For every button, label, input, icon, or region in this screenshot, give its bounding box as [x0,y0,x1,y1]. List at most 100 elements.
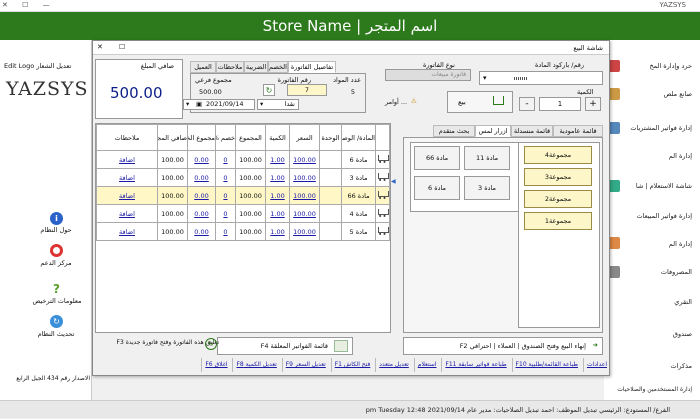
row-discount[interactable]: 0 [215,204,236,223]
row-discount[interactable]: 0 [215,150,236,169]
row-qty[interactable]: 1.00 [265,150,290,169]
table-row[interactable]: مادة 3 100.00 1.00 100.00 0 0.00 100.00 … [96,168,390,187]
row-note[interactable]: اضافة [96,204,158,223]
settings-button[interactable]: اعدادات [582,358,610,372]
pending-invoices-button[interactable]: قائمة الفواتير المعلقة F4 [217,337,353,355]
quantity-field[interactable]: 1 [539,97,581,111]
row-qty[interactable]: 1.00 [265,186,290,205]
update-label[interactable]: تحديث النظام [26,330,86,338]
print-previous-button[interactable]: طباعة فواتير سابقة F11 [441,358,509,372]
dialog-maximize-button[interactable]: ☐ [119,43,125,51]
tab-advanced-search[interactable]: بحث متقدم [433,125,475,137]
quantity-plus-button[interactable]: + [585,97,601,111]
query-button[interactable]: استعلام [413,358,440,372]
col-header-qty[interactable]: الكمية [265,124,290,151]
row-discount-total[interactable]: 0.00 [187,150,216,169]
group-button[interactable]: مجموعة2 [524,190,592,208]
date-field[interactable]: ▾ ▣ 2021/09/14 [183,99,255,110]
refresh-icon[interactable]: ↻ [205,338,217,350]
right-item-11[interactable]: مذكرات [604,362,700,370]
col-header-unit[interactable]: الوحدة [319,124,342,151]
payment-select[interactable]: ▾ نقدا [257,99,299,110]
row-price[interactable]: 100.00 [289,204,320,223]
row-qty[interactable]: 1.00 [265,204,290,223]
tab-discount[interactable]: الخصم [268,61,288,73]
row-discount-total[interactable]: 0.00 [187,186,216,205]
tab-notes[interactable]: ملاحظات [216,61,244,73]
edit-price-button[interactable]: تعديل السعر F9 [281,358,329,372]
item-button[interactable]: مادة 6 [414,176,460,200]
table-row[interactable]: مادة 5 100.00 1.00 100.00 0 0.00 100.00 … [96,222,390,241]
dialog-close-button[interactable]: ✕ [97,43,103,51]
col-header-total[interactable]: المجموع [235,124,266,151]
tab-vertical-list[interactable]: قائمة عامودية [553,125,603,137]
item-button[interactable]: مادة 3 [464,176,510,200]
lifebuoy-icon[interactable] [50,244,63,257]
col-header-notes[interactable]: ملاحظات [96,124,158,151]
item-button[interactable]: مادة 66 [414,146,460,170]
tab-touch-buttons[interactable]: ازرار لمس [475,125,511,137]
hold-invoice-label[interactable]: تعليق هذه الفاتورة وفتح فاتورة جديدة F3 [95,339,220,346]
row-discount-total[interactable]: 0.00 [187,222,216,241]
row-price[interactable]: 100.00 [289,186,320,205]
table-row[interactable]: مادة 6 100.00 1.00 100.00 0 0.00 100.00 … [96,150,390,169]
row-discount[interactable]: 0 [215,186,236,205]
col-header-price[interactable]: السعر [289,124,320,151]
license-icon[interactable]: ? [50,282,63,296]
group-button[interactable]: مجموعة1 [524,212,592,230]
col-header-discount-total[interactable]: مجموع الخصم [187,124,216,151]
group-button[interactable]: مجموعة4 [524,146,592,164]
col-header-discount[interactable]: خصم % [215,124,236,151]
table-row[interactable]: مادة 4 100.00 1.00 100.00 0 0.00 100.00 … [96,204,390,223]
row-discount[interactable]: 0 [215,222,236,241]
update-icon[interactable]: ↻ [50,315,63,328]
tab-invoice-details[interactable]: تفاصيل الفاتورة [288,61,336,73]
row-note[interactable]: اضافة [96,168,158,187]
license-label[interactable]: معلومات الترخيص [22,297,92,305]
right-item-6[interactable]: إدارة فواتير المبيعات [604,212,700,220]
col-header-net[interactable]: صافي المجموع [157,124,188,151]
multi-edit-button[interactable]: تعديل متعدد [375,358,412,372]
cart-icon[interactable] [377,172,389,184]
about-label[interactable]: حول النظام [30,226,82,234]
row-qty[interactable]: 1.00 [265,168,290,187]
close-button[interactable]: اغلاق F6 [201,358,230,372]
invoice-no-value[interactable]: 7 [287,84,327,96]
row-note[interactable]: اضافة [96,150,158,169]
info-icon[interactable]: i [50,212,63,225]
support-label[interactable]: مركز الدعم [30,259,82,267]
item-button[interactable]: مادة 11 [464,146,510,170]
row-note[interactable]: اضافة [96,186,158,205]
barcode-input[interactable]: ▾ [479,71,603,85]
edit-qty-button[interactable]: تعديل الكمية F8 [232,358,279,372]
row-discount[interactable]: 0 [215,168,236,187]
options-button[interactable]: أوامر ... [385,98,407,106]
refresh-icon[interactable]: ↻ [263,84,275,96]
tab-tax[interactable]: الضريبة [244,61,268,73]
right-item-12[interactable]: إدارة المستخدمين والصلاحيات [604,386,700,393]
row-qty[interactable]: 1.00 [265,222,290,241]
row-note[interactable]: اضافة [96,222,158,241]
col-header-item[interactable]: المادة/ الوصف [341,124,376,151]
tab-customer[interactable]: العميل [190,61,216,73]
sell-button[interactable]: بيع [447,91,513,113]
row-price[interactable]: 100.00 [289,222,320,241]
group-button[interactable]: مجموعة3 [524,168,592,186]
right-item-4[interactable]: إدارة الم [604,152,700,160]
open-cash-button[interactable]: فتح الكاش F1 [330,358,374,372]
cart-icon[interactable] [377,190,389,202]
cart-icon[interactable] [377,226,389,238]
cart-icon[interactable] [377,208,389,220]
quantity-minus-button[interactable]: - [519,97,535,111]
edit-logo-link[interactable]: Edit Logo تعديل الشعار [4,62,71,70]
print-list-button[interactable]: طباعة القائمة/طلبية F10 [511,358,581,372]
table-row-selected[interactable]: مادة 66 100.00 1.00 100.00 0 0.00 100.00… [96,186,390,205]
window-controls[interactable]: ✕ ☐ — [2,1,56,9]
finish-sale-button[interactable]: ➜ إنهاء البيع وفتح الصندوق | العملاء | ا… [403,337,603,355]
tab-dropdown-list[interactable]: قائمة منسدلة [511,125,553,137]
row-price[interactable]: 100.00 [289,168,320,187]
cart-icon[interactable] [377,154,389,166]
right-item-9[interactable]: التقري [604,298,700,306]
row-discount-total[interactable]: 0.00 [187,204,216,223]
row-discount-total[interactable]: 0.00 [187,168,216,187]
